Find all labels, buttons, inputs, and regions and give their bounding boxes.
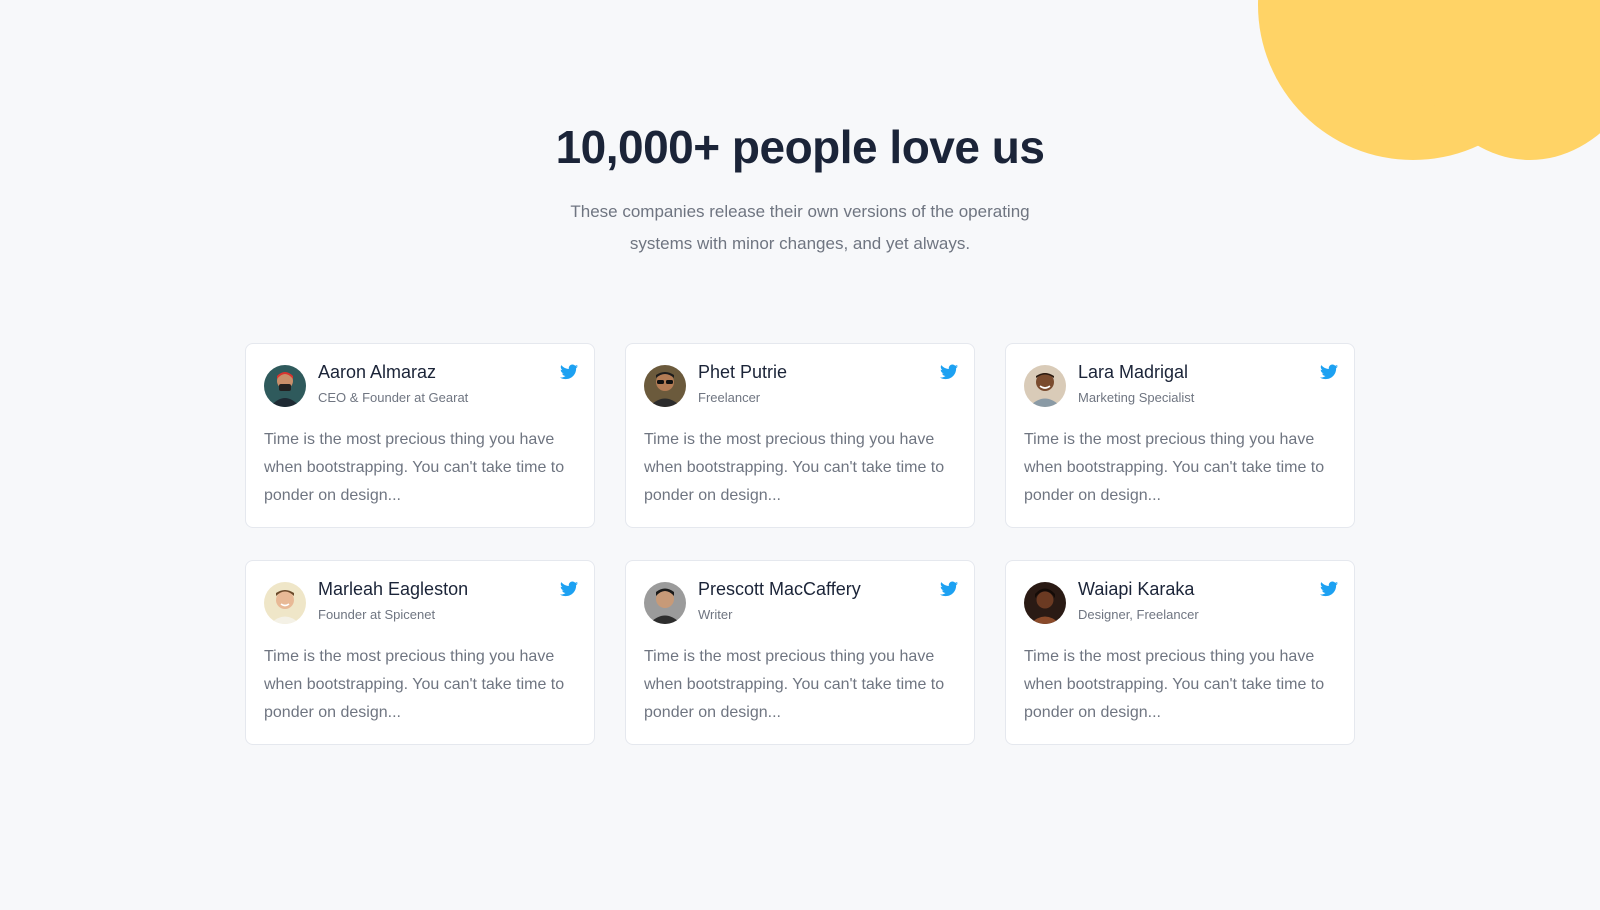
person-role: CEO & Founder at Gearat <box>318 390 469 405</box>
person-name: Prescott MacCaffery <box>698 579 861 599</box>
person-role: Writer <box>698 607 733 622</box>
twitter-icon[interactable] <box>1320 581 1338 597</box>
avatar <box>644 365 686 407</box>
section-subtitle: These companies release their own versio… <box>570 202 1030 253</box>
person-role: Freelancer <box>698 390 761 405</box>
testimonial-quote: Time is the most precious thing you have… <box>1024 648 1325 721</box>
testimonial-quote: Time is the most precious thing you have… <box>264 431 565 504</box>
testimonials-grid: Aaron Almaraz CEO & Founder at Gearat Ti… <box>245 343 1355 745</box>
person-name: Marleah Eagleston <box>318 579 469 599</box>
person-role: Designer, Freelancer <box>1078 607 1199 622</box>
testimonial-quote: Time is the most precious thing you have… <box>644 431 945 504</box>
twitter-icon[interactable] <box>940 364 958 380</box>
avatar <box>644 582 686 624</box>
testimonial-card: Waiapi Karaka Designer, Freelancer Time … <box>1005 560 1355 745</box>
avatar <box>1024 582 1066 624</box>
testimonial-card: Marleah Eagleston Founder at Spicenet Ti… <box>245 560 595 745</box>
person-name: Phet Putrie <box>698 362 788 382</box>
testimonial-card: Phet Putrie Freelancer Time is the most … <box>625 343 975 528</box>
avatar <box>264 582 306 624</box>
avatar <box>264 365 306 407</box>
section-title: 10,000+ people love us <box>555 121 1045 173</box>
testimonial-quote: Time is the most precious thing you have… <box>644 648 945 721</box>
testimonial-card: Aaron Almaraz CEO & Founder at Gearat Ti… <box>245 343 595 528</box>
person-name: Lara Madrigal <box>1078 362 1189 382</box>
testimonial-card: Lara Madrigal Marketing Specialist Time … <box>1005 343 1355 528</box>
twitter-icon[interactable] <box>560 581 578 597</box>
avatar <box>1024 365 1066 407</box>
twitter-icon[interactable] <box>1320 364 1338 380</box>
person-name: Aaron Almaraz <box>318 362 437 382</box>
twitter-icon[interactable] <box>940 581 958 597</box>
testimonial-card: Prescott MacCaffery Writer Time is the m… <box>625 560 975 745</box>
person-role: Founder at Spicenet <box>318 607 436 622</box>
testimonial-quote: Time is the most precious thing you have… <box>1024 431 1325 504</box>
person-role: Marketing Specialist <box>1078 390 1195 405</box>
testimonial-quote: Time is the most precious thing you have… <box>264 648 565 721</box>
twitter-icon[interactable] <box>560 364 578 380</box>
person-name: Waiapi Karaka <box>1078 579 1195 599</box>
